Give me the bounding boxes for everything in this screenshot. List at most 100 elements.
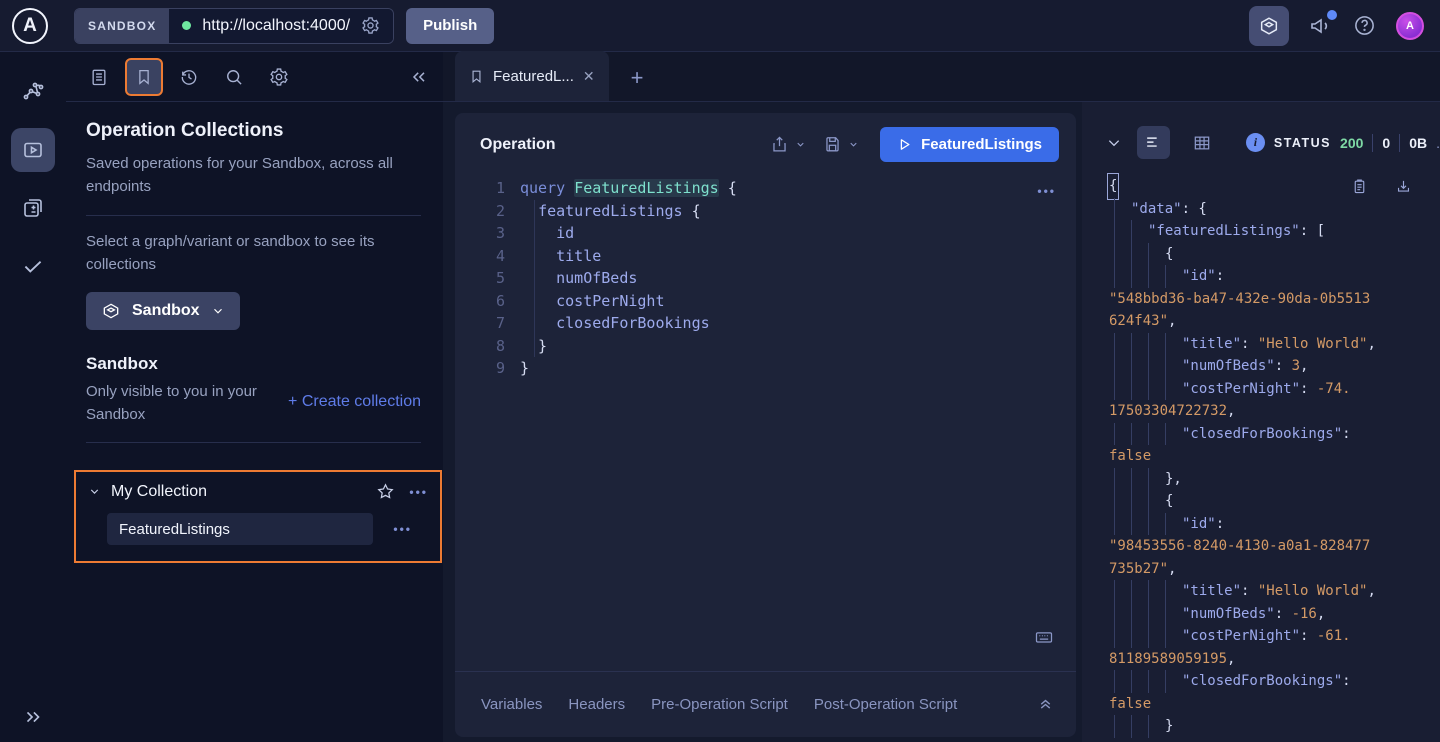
saved-operation-item[interactable]: FeaturedListings (107, 513, 373, 545)
connection-settings-gear-icon[interactable] (361, 16, 380, 35)
response-line: "closedForBookings": (1109, 670, 1440, 693)
editor-line[interactable]: 4 title (475, 245, 1076, 268)
tab-headers[interactable]: Headers (568, 696, 625, 713)
panel-hint: Select a graph/variant or sandbox to see… (86, 230, 421, 277)
editor-footer: Variables Headers Pre-Operation Script P… (455, 671, 1076, 737)
indent-guide (534, 200, 535, 357)
editor-line[interactable]: 3 id (475, 222, 1076, 245)
settings-icon[interactable] (260, 58, 298, 96)
json-view-button[interactable] (1137, 126, 1170, 159)
response-line: "costPerNight": -61. (1109, 625, 1440, 648)
apollo-logo-icon[interactable]: A (12, 8, 48, 44)
response-latency-truncated: . (1436, 135, 1440, 151)
editor-line[interactable]: 5 numOfBeds (475, 267, 1076, 290)
response-line: "548bbd36-ba47-432e-90da-0b5513 (1109, 288, 1440, 311)
changelog-icon[interactable] (11, 186, 55, 230)
run-operation-button[interactable]: FeaturedListings (880, 127, 1059, 162)
response-size: 0B (1409, 135, 1427, 151)
response-line: "title": "Hello World", (1109, 580, 1440, 603)
response-line: "id": (1109, 265, 1440, 288)
editor-line[interactable]: 9} (475, 357, 1076, 380)
announcements-button[interactable] (1309, 14, 1333, 38)
response-json-view[interactable]: {"data": {"featuredListings": [{"id":"54… (1082, 169, 1440, 742)
close-tab-icon[interactable]: ✕ (583, 68, 595, 85)
endpoint-url-field[interactable]: http://localhost:4000/ (169, 9, 393, 43)
history-icon[interactable] (170, 58, 208, 96)
operation-collections-panel: Operation Collections Saved operations f… (66, 52, 443, 742)
editor-menu-icon[interactable]: ••• (1037, 184, 1056, 198)
response-line: { (1109, 243, 1440, 266)
tab-bar: FeaturedL... ✕ + (443, 52, 1440, 102)
response-line: "featuredListings": [ (1109, 220, 1440, 243)
chevron-down-icon (795, 139, 806, 150)
response-line: 735b27", (1109, 558, 1440, 581)
share-operation-button[interactable] (766, 135, 810, 154)
help-button[interactable] (1353, 14, 1376, 37)
copy-response-icon[interactable] (1351, 178, 1368, 195)
response-line: { (1109, 490, 1440, 513)
graphql-editor[interactable]: 1query FeaturedListings {2 featuredListi… (455, 174, 1076, 671)
keyboard-shortcuts-icon[interactable] (1034, 627, 1054, 647)
play-icon (897, 137, 912, 152)
checks-icon[interactable] (11, 244, 55, 288)
response-line: "numOfBeds": -16, (1109, 603, 1440, 626)
studio-cube-button[interactable] (1249, 6, 1289, 46)
info-icon[interactable]: i (1246, 133, 1265, 152)
sandbox-badge: SANDBOX (75, 9, 169, 43)
response-line: } (1109, 715, 1440, 738)
publish-button[interactable]: Publish (406, 8, 494, 44)
new-tab-icon[interactable]: + (631, 67, 644, 89)
create-collection-link[interactable]: + Create collection (288, 393, 421, 411)
response-header: i STATUS 200 0 0B . (1082, 102, 1440, 169)
save-operation-button[interactable] (819, 135, 863, 154)
collection-row[interactable]: My Collection ••• (88, 482, 428, 501)
chevron-down-icon[interactable] (88, 485, 101, 498)
graph-icon[interactable] (11, 70, 55, 114)
operations-icon[interactable] (80, 58, 118, 96)
response-line: "data": { (1109, 198, 1440, 221)
sandbox-section-title: Sandbox (86, 354, 421, 374)
chevron-down-icon (211, 304, 225, 318)
explorer-icon[interactable] (11, 128, 55, 172)
save-icon (823, 135, 842, 154)
response-count: 0 (1382, 135, 1390, 151)
editor-line[interactable]: 7 closedForBookings (475, 312, 1076, 335)
editor-line[interactable]: 2 featuredListings { (475, 200, 1076, 223)
notification-dot (1327, 10, 1337, 20)
collection-menu-icon[interactable]: ••• (409, 485, 428, 499)
response-line: 81189589059195, (1109, 648, 1440, 671)
tab-featured-listings[interactable]: FeaturedL... ✕ (455, 51, 609, 101)
tab-post-operation-script[interactable]: Post-Operation Script (814, 696, 957, 713)
my-collection-highlight-box: My Collection ••• FeaturedListings ••• (74, 470, 442, 563)
sandbox-section-subtitle: Only visible to you in your Sandbox (86, 381, 266, 426)
tab-variables[interactable]: Variables (481, 696, 542, 713)
divider (1372, 134, 1373, 152)
response-line: "title": "Hello World", (1109, 333, 1440, 356)
response-line: "numOfBeds": 3, (1109, 355, 1440, 378)
response-line: 624f43", (1109, 310, 1440, 333)
editor-line[interactable]: 1query FeaturedListings { (475, 177, 1076, 200)
expand-rail-icon[interactable] (22, 706, 44, 728)
graph-selector-button[interactable]: Sandbox (86, 292, 240, 330)
operation-editor-card: Operation FeaturedListings (455, 113, 1076, 737)
tab-pre-operation-script[interactable]: Pre-Operation Script (651, 696, 788, 713)
operation-menu-icon[interactable]: ••• (393, 522, 412, 536)
response-line: "costPerNight": -74. (1109, 378, 1440, 401)
response-line: false (1109, 445, 1440, 468)
favorite-star-icon[interactable] (376, 482, 395, 501)
table-view-button[interactable] (1185, 126, 1218, 159)
bookmark-icon[interactable] (125, 58, 163, 96)
endpoint-url[interactable]: http://localhost:4000/ (202, 17, 350, 35)
editor-line[interactable]: 8 } (475, 335, 1076, 358)
run-button-label: FeaturedListings (921, 136, 1042, 153)
chevron-down-icon[interactable] (1106, 135, 1122, 151)
top-bar: A SANDBOX http://localhost:4000/ Publish… (0, 0, 1440, 52)
avatar[interactable]: A (1396, 12, 1424, 40)
editor-line[interactable]: 6 costPerNight (475, 290, 1076, 313)
download-response-icon[interactable] (1395, 178, 1412, 195)
search-icon[interactable] (215, 58, 253, 96)
expand-footer-icon[interactable] (1037, 696, 1054, 713)
response-line: "id": (1109, 513, 1440, 536)
collapse-panel-icon[interactable] (409, 67, 429, 87)
bookmark-icon (469, 69, 484, 84)
